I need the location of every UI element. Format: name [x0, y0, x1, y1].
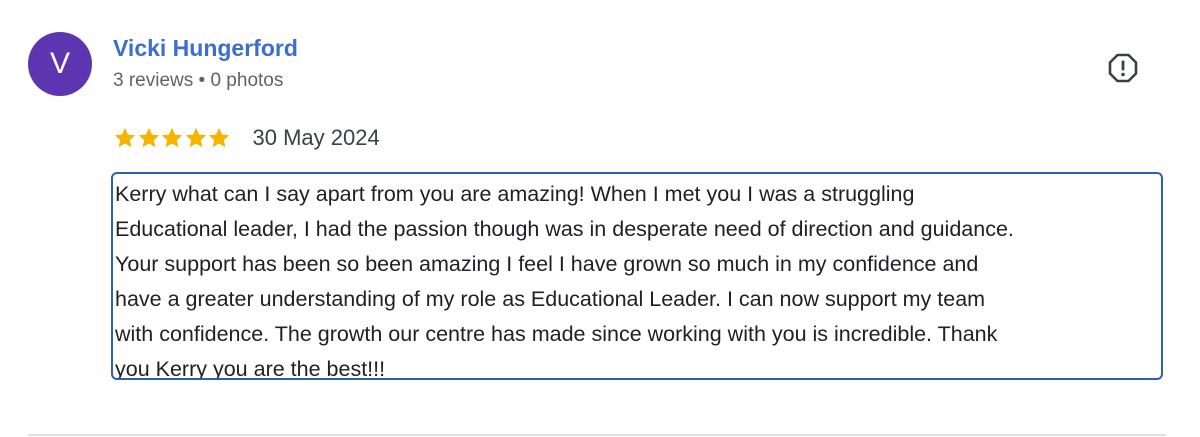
rating-row: 30 May 2024 [113, 122, 380, 154]
reviewer-stats: 3 reviews • 0 photos [113, 70, 284, 91]
review-date: 30 May 2024 [252, 125, 380, 150]
avatar[interactable]: V [28, 32, 92, 96]
reviewer-name[interactable]: Vicki Hungerford [113, 35, 298, 62]
divider [28, 434, 1166, 436]
star-icon [208, 127, 230, 148]
review-text: Kerry what can I say apart from you are … [111, 172, 1163, 380]
star-icon [185, 127, 206, 148]
report-icon[interactable] [1107, 52, 1139, 84]
star-icon [161, 127, 183, 148]
star-icon [114, 127, 136, 148]
octagon-alert-icon [1108, 53, 1138, 83]
star-rating [113, 126, 231, 150]
star-icon [138, 127, 159, 148]
